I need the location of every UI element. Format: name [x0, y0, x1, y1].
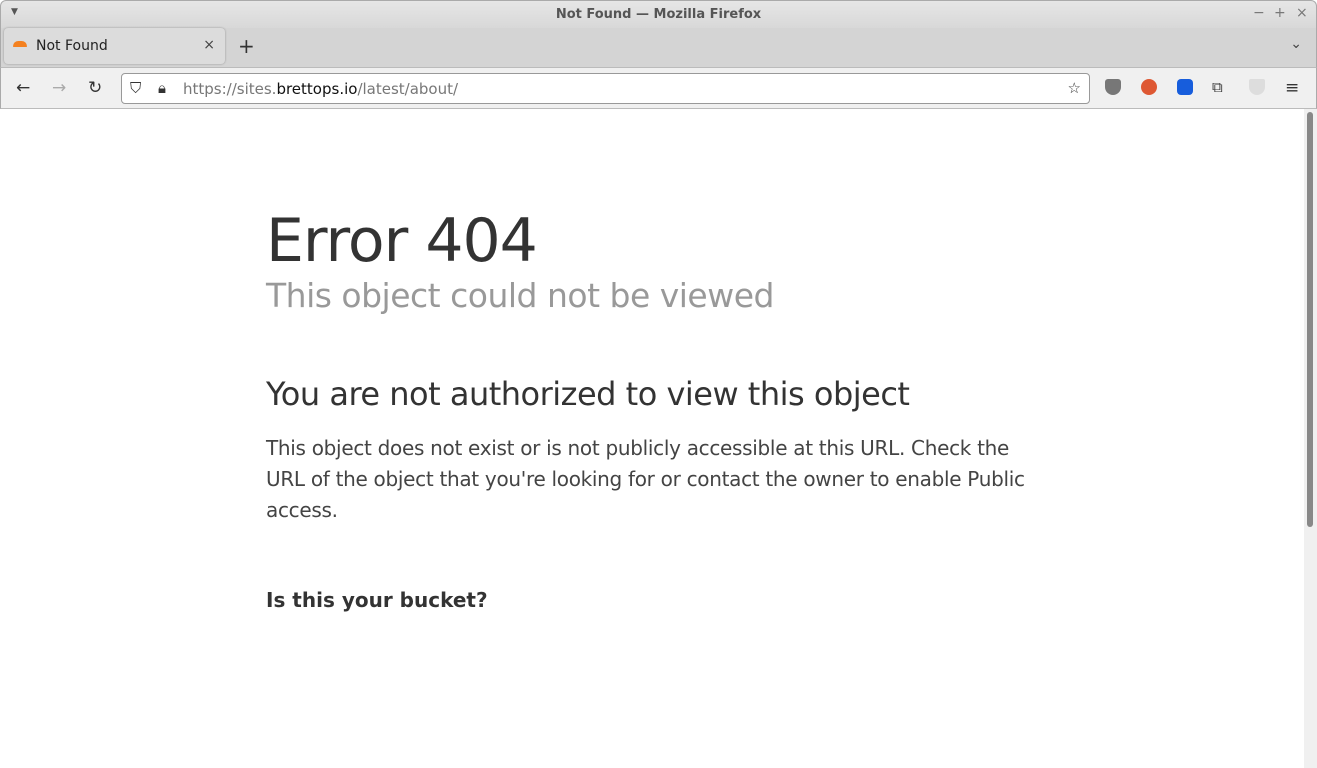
privacy-badger-icon[interactable]	[1249, 79, 1265, 95]
bookmark-star-icon[interactable]: ☆	[1068, 79, 1081, 97]
reload-icon[interactable]: ↻	[88, 78, 102, 98]
error-subheading: This object could not be viewed	[266, 276, 774, 315]
list-tabs-chevron-icon[interactable]: ⌄	[1290, 36, 1302, 52]
title-bar: ▼ Not Found — Mozilla Firefox − + ×	[0, 0, 1317, 28]
url-text[interactable]: https://sites.brettops.io/latest/about/	[183, 80, 458, 98]
window-title: Not Found — Mozilla Firefox	[555, 7, 762, 22]
bucket-heading: Is this your bucket?	[266, 588, 488, 612]
minimize-icon[interactable]: −	[1253, 5, 1265, 21]
cloudflare-favicon-icon	[13, 41, 27, 47]
scrollbar[interactable]	[1304, 109, 1317, 768]
tab-label: Not Found	[36, 38, 108, 54]
tab-bar: Not Found × + ⌄	[0, 28, 1317, 67]
ublock-origin-icon[interactable]	[1105, 79, 1121, 95]
extensions-icon[interactable]: ⧉	[1212, 78, 1223, 96]
tab-not-found[interactable]: Not Found ×	[4, 28, 225, 64]
url-bar[interactable]: ⛉ 🔒︎ https://sites.brettops.io/latest/ab…	[121, 73, 1090, 104]
close-window-icon[interactable]: ×	[1296, 5, 1308, 21]
forward-icon[interactable]: →	[52, 78, 66, 98]
section-title: You are not authorized to view this obje…	[266, 375, 910, 413]
maximize-icon[interactable]: +	[1274, 5, 1286, 21]
back-icon[interactable]: ←	[16, 78, 30, 98]
error-page: Error 404 This object could not be viewe…	[266, 200, 1046, 612]
error-description: This object does not exist or is not pub…	[266, 436, 1025, 522]
lock-icon[interactable]: 🔒︎	[158, 79, 166, 97]
hamburger-menu-icon[interactable]: ≡	[1285, 78, 1299, 98]
bitwarden-icon[interactable]	[1177, 79, 1193, 95]
close-tab-icon[interactable]: ×	[203, 37, 215, 53]
duckduckgo-icon[interactable]	[1141, 79, 1157, 95]
scrollbar-thumb[interactable]	[1307, 112, 1313, 527]
error-heading: Error 404	[266, 206, 538, 276]
new-tab-button[interactable]: +	[238, 34, 255, 58]
shield-icon[interactable]: ⛉	[130, 79, 141, 97]
nav-bar: ← → ↻ ⛉ 🔒︎ https://sites.brettops.io/lat…	[0, 67, 1317, 109]
